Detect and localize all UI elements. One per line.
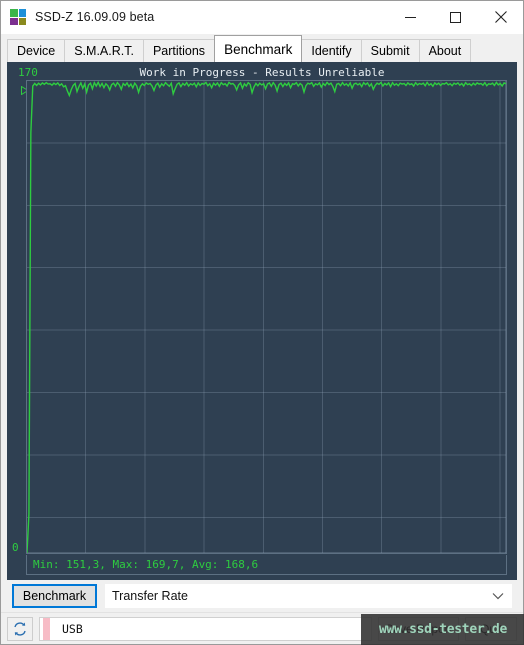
device-status-indicator [43,617,50,640]
y-axis-min-label: 0 [12,541,19,554]
save-report-button[interactable]: Save Report [378,616,459,641]
tab-content-benchmark: 170 Work in Progress - Results Unreliabl… [1,62,523,612]
quit-button[interactable]: Quit [465,616,517,641]
window-controls [388,1,523,33]
chart-body: 0 Min: 151,3, Max: 169,7, Avg: 168,6 [12,80,507,575]
run-benchmark-button[interactable]: Benchmark [12,584,97,608]
minimize-button[interactable] [388,1,433,33]
chart-stats-text: Min: 151,3, Max: 169,7, Avg: 168,6 [33,557,259,571]
transfer-rate-line-series [27,81,506,553]
tab-benchmark[interactable]: Benchmark [214,35,303,62]
refresh-icon[interactable] [7,616,33,641]
ssdz-logo-icon [10,9,26,25]
benchmark-mode-select[interactable]: Transfer Rate [105,584,512,608]
benchmark-controls: Benchmark Transfer Rate [7,580,517,612]
chart-warning-title: Work in Progress - Results Unreliable [139,66,385,79]
maximize-button[interactable] [433,1,478,33]
status-bar: USB Save Report Quit www.ssd-tester.de [1,612,524,645]
transfer-rate-plot[interactable] [26,80,507,554]
tab-about[interactable]: About [418,39,472,62]
chart-stats-bar: Min: 151,3, Max: 169,7, Avg: 168,6 [26,555,507,575]
title-bar: SSD-Z 16.09.09 beta [1,1,523,34]
tab-bar: Device S.M.A.R.T. Partitions Benchmark I… [1,34,523,62]
chart-header: 170 Work in Progress - Results Unreliabl… [12,66,512,80]
window-title: SSD-Z 16.09.09 beta [35,10,155,24]
selected-device-field[interactable]: USB [39,616,373,641]
app-window: SSD-Z 16.09.09 beta Device S.M.A.R.T. Pa… [0,0,524,645]
benchmark-mode-value: Transfer Rate [112,589,188,603]
tab-smart[interactable]: S.M.A.R.T. [64,39,144,62]
tab-submit[interactable]: Submit [360,39,420,62]
close-button[interactable] [478,1,523,33]
benchmark-panel: 170 Work in Progress - Results Unreliabl… [7,62,517,580]
chart-cursor-marker-icon [15,82,29,95]
tab-identify[interactable]: Identify [301,39,362,62]
tab-device[interactable]: Device [7,39,66,62]
chevron-down-icon[interactable] [485,592,511,600]
tab-partitions[interactable]: Partitions [142,39,216,62]
selected-device-text: USB [62,621,83,636]
